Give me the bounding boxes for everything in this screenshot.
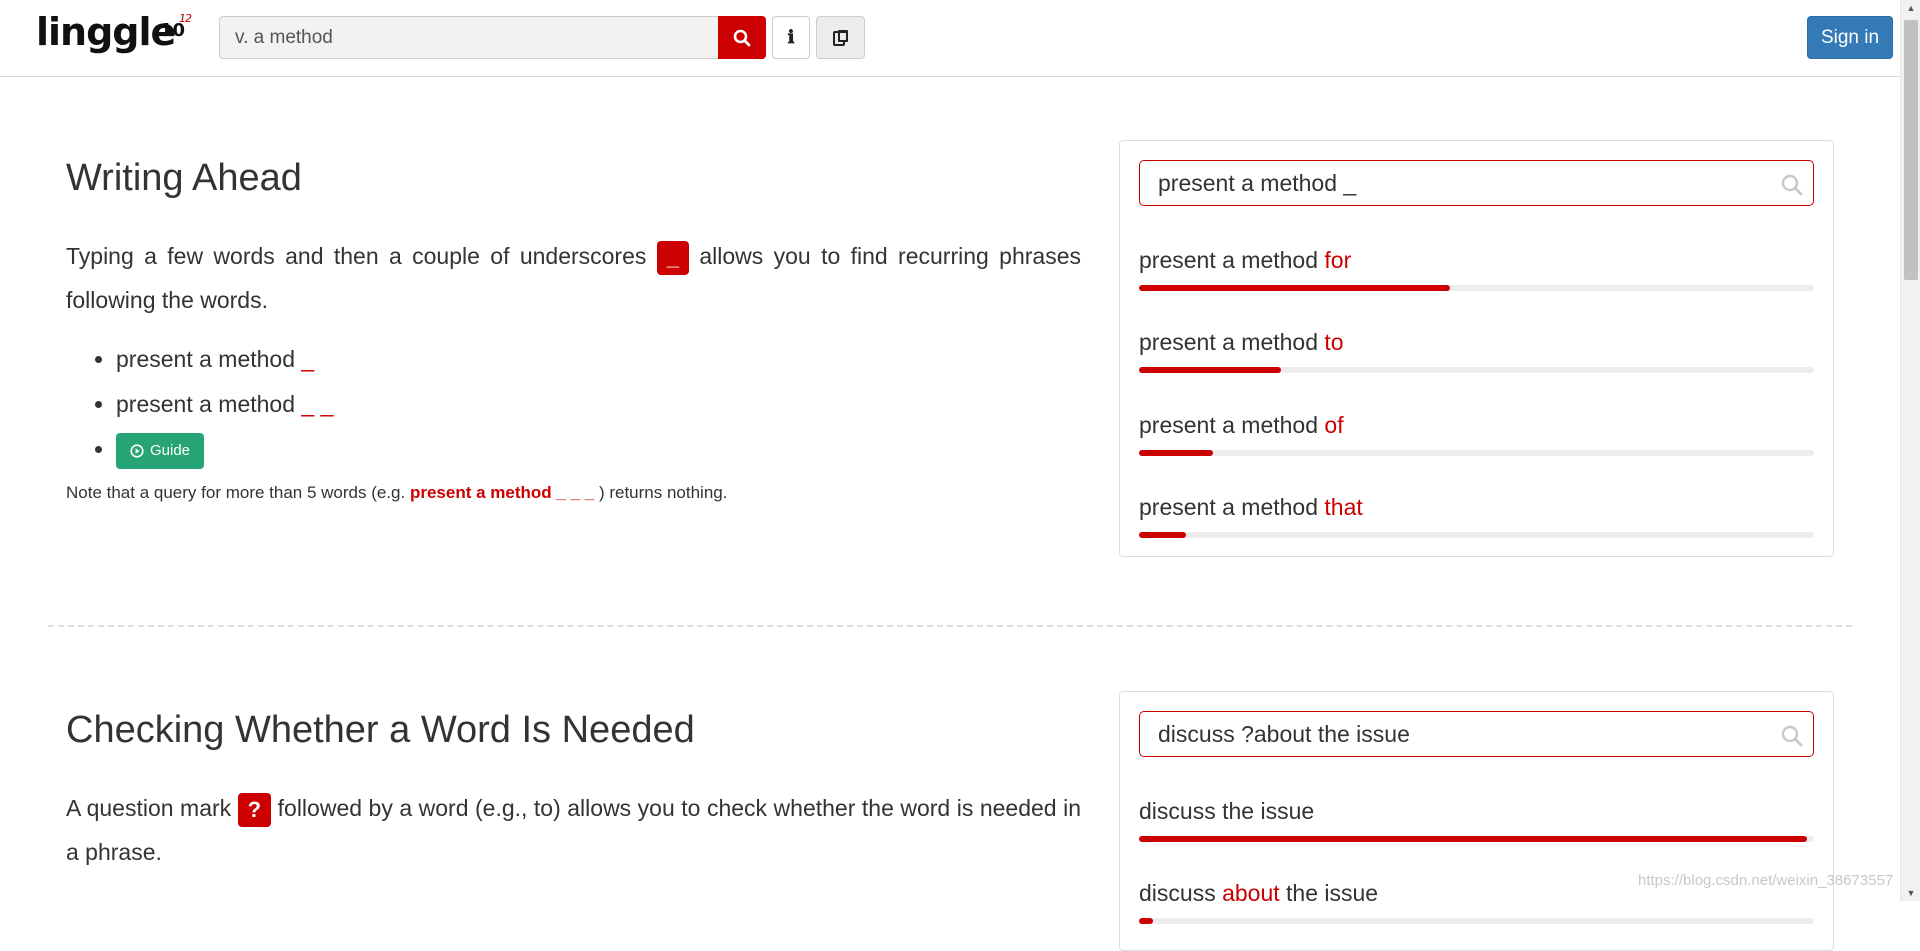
section-title-writing-ahead: Writing Ahead xyxy=(66,157,302,199)
result-row[interactable]: discuss the issue xyxy=(1139,796,1814,842)
result-prefix: present a method xyxy=(1139,247,1319,273)
sign-in-button[interactable]: Sign in xyxy=(1807,16,1893,59)
frequency-bar-fill xyxy=(1139,450,1214,456)
list-item[interactable]: present a method _ xyxy=(116,337,333,382)
description-text-start: Typing a few words and then a couple of … xyxy=(66,243,647,269)
description-text-start: A question mark xyxy=(66,795,232,821)
frequency-bar xyxy=(1139,836,1814,842)
frequency-bar xyxy=(1139,285,1814,291)
frequency-bar-fill xyxy=(1139,918,1153,924)
search-input[interactable] xyxy=(219,16,718,59)
search-icon xyxy=(733,29,751,46)
example-query-input[interactable] xyxy=(1139,160,1814,206)
scroll-up-arrow-icon[interactable]: ▲ xyxy=(1901,0,1920,16)
play-circle-icon xyxy=(130,444,144,458)
example-panel-word-needed: discuss the issue discuss about the issu… xyxy=(1119,691,1834,951)
question-mark-badge: ? xyxy=(237,792,272,827)
result-text: present a method for xyxy=(1139,245,1814,275)
result-text: present a method that xyxy=(1139,492,1814,522)
example-text: present a method xyxy=(116,346,296,372)
result-row[interactable]: present a method to xyxy=(1139,327,1814,373)
sign-in-label: Sign in xyxy=(1820,26,1880,48)
logo-text: linggle xyxy=(36,10,176,54)
example-panel-writing-ahead: present a method for present a method to… xyxy=(1119,140,1834,557)
guide-label: Guide xyxy=(150,442,191,460)
frequency-bar xyxy=(1139,532,1814,538)
example-query-input[interactable] xyxy=(1139,711,1814,757)
guide-button[interactable]: Guide xyxy=(116,432,205,469)
result-suffix: the issue xyxy=(1222,798,1315,824)
frequency-bar xyxy=(1139,918,1814,924)
example-wildcard: _ _ xyxy=(301,391,334,417)
result-word: that xyxy=(1324,494,1363,520)
info-button[interactable]: ℹ xyxy=(772,16,810,59)
list-item[interactable]: present a method _ _ xyxy=(116,382,333,427)
result-text: discuss the issue xyxy=(1139,796,1814,826)
result-word: to xyxy=(1324,329,1344,355)
result-prefix: present a method xyxy=(1139,412,1319,438)
result-word: about xyxy=(1222,880,1280,906)
result-suffix: the issue xyxy=(1286,880,1379,906)
list-item: Guide xyxy=(116,427,333,472)
note-text-start: Note that a query for more than 5 words … xyxy=(66,483,406,502)
example-wildcard: _ xyxy=(301,346,315,372)
clipboard-icon xyxy=(832,29,848,46)
frequency-bar-fill xyxy=(1139,532,1187,538)
search-icon[interactable] xyxy=(1781,174,1803,196)
linggle-logo[interactable]: linggle 10 12 xyxy=(36,10,192,62)
search-icon[interactable] xyxy=(1781,725,1803,747)
frequency-bar-fill xyxy=(1139,367,1281,373)
watermark: https://blog.csdn.net/weixin_38673557 xyxy=(1638,872,1894,889)
result-row[interactable]: present a method for xyxy=(1139,245,1814,291)
result-prefix: discuss xyxy=(1139,880,1216,906)
search-button[interactable] xyxy=(718,16,766,59)
scroll-down-arrow-icon[interactable]: ▼ xyxy=(1901,885,1920,901)
vertical-scrollbar[interactable]: ▲ ▼ xyxy=(1900,0,1920,901)
frequency-bar-fill xyxy=(1139,285,1450,291)
result-word: of xyxy=(1324,412,1344,438)
section-title-word-needed: Checking Whether a Word Is Needed xyxy=(66,709,695,751)
example-list: present a method _ present a method _ _ … xyxy=(66,337,333,472)
result-prefix: present a method xyxy=(1139,329,1319,355)
underscore-badge: _ xyxy=(656,240,689,275)
result-row[interactable]: present a method of xyxy=(1139,410,1814,456)
search-bar xyxy=(219,16,766,59)
note-text: Note that a query for more than 5 words … xyxy=(66,483,727,503)
result-prefix: discuss xyxy=(1139,798,1216,824)
frequency-bar-fill xyxy=(1139,836,1808,842)
example-text: present a method xyxy=(116,391,296,417)
note-example: present a method _ _ _ xyxy=(409,483,595,502)
section-description: Typing a few words and then a couple of … xyxy=(66,234,1081,322)
result-text: present a method of xyxy=(1139,410,1814,440)
copy-button[interactable] xyxy=(816,16,865,59)
top-bar: linggle 10 12 ℹ Sign in xyxy=(0,0,1900,77)
section-divider xyxy=(48,625,1852,627)
result-row[interactable]: present a method that xyxy=(1139,492,1814,538)
result-text: present a method to xyxy=(1139,327,1814,357)
note-text-end: ) returns nothing. xyxy=(598,483,728,502)
info-icon: ℹ xyxy=(787,27,795,48)
frequency-bar xyxy=(1139,367,1814,373)
frequency-bar xyxy=(1139,450,1814,456)
result-prefix: present a method xyxy=(1139,494,1319,520)
section-description: A question mark ? followed by a word (e.… xyxy=(66,786,1081,874)
scrollbar-thumb[interactable] xyxy=(1904,20,1918,280)
logo-exponent: 12 xyxy=(179,12,192,25)
result-word: for xyxy=(1324,247,1352,273)
